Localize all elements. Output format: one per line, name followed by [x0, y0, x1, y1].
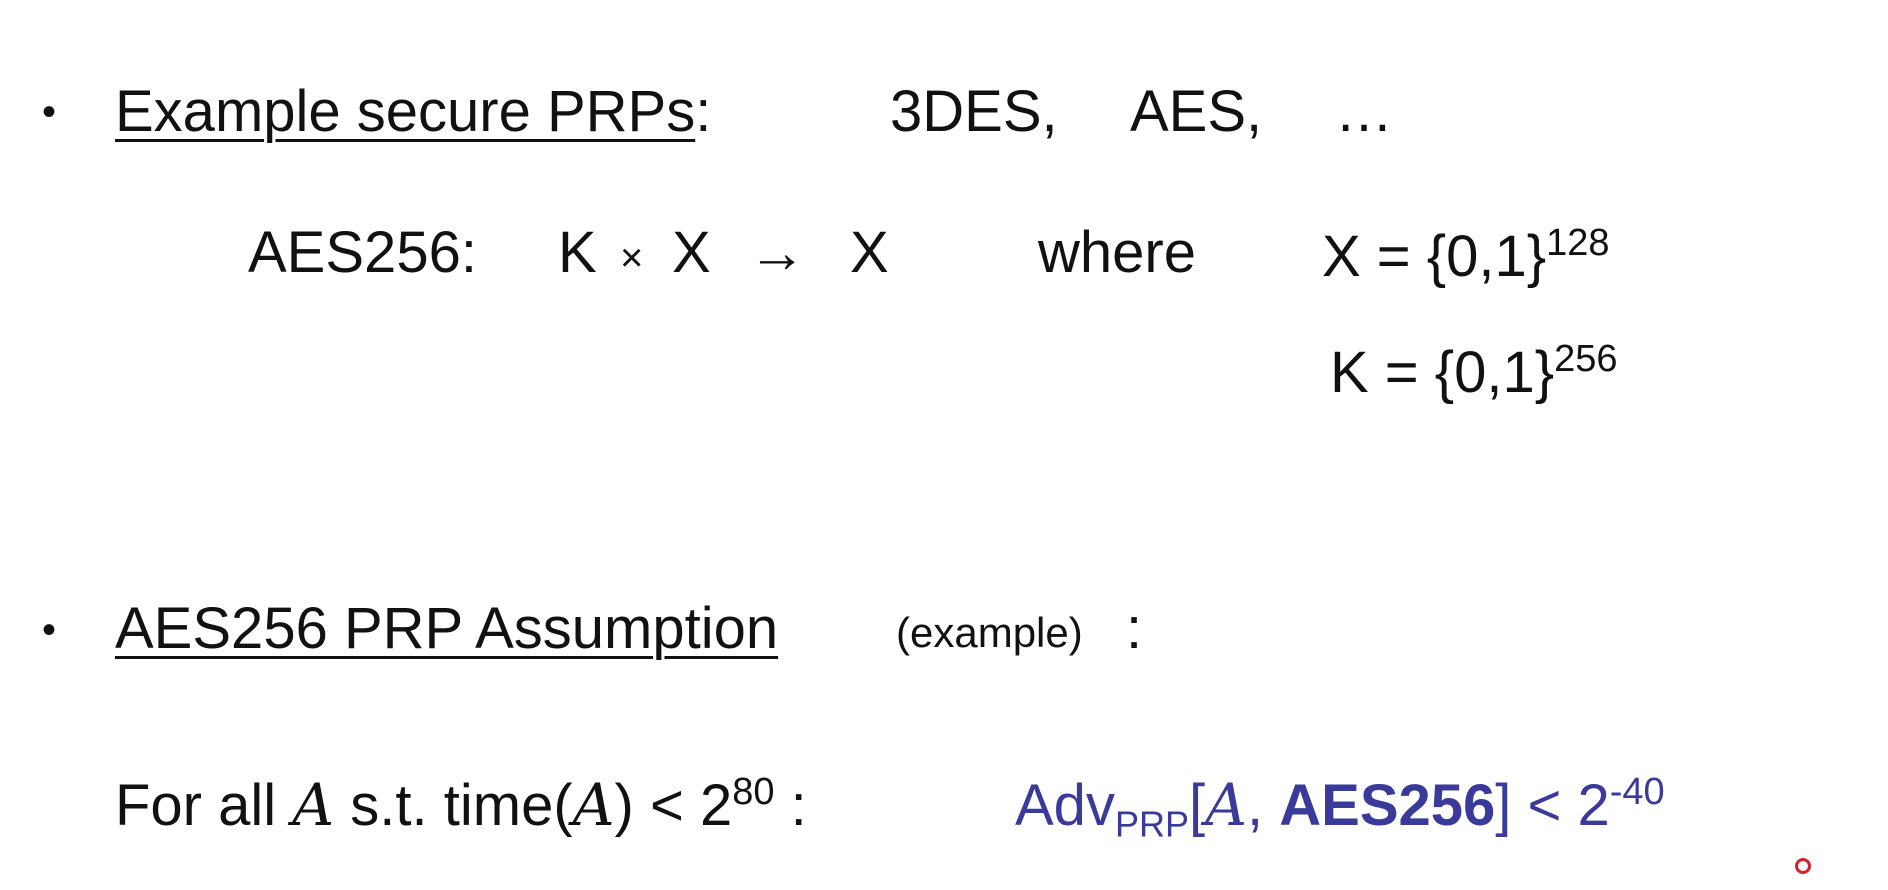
range-x: X: [850, 220, 889, 285]
time-bound-text: ) < 2: [614, 772, 733, 838]
statement-colon: :: [790, 772, 807, 838]
adv-text: Adv: [1015, 772, 1115, 838]
heading-colon: :: [695, 79, 712, 144]
example-aes: AES,: [1130, 79, 1263, 144]
time-text: s.t. time(: [350, 772, 573, 838]
adversary-symbol: A: [292, 770, 335, 839]
left-bracket: [: [1188, 772, 1206, 838]
domain-x: X: [672, 220, 711, 285]
adv-subscript: PRP: [1114, 803, 1189, 845]
slide: • Example secure PRPs: 3DES, AES, … AES2…: [0, 0, 1888, 890]
x-definition: X = {0,1}128: [1322, 224, 1610, 286]
time-exponent: 80: [732, 771, 775, 813]
advantage-bound: AdvPRP[A, AES256] < 2-40: [1015, 773, 1665, 842]
adv-exponent: -40: [1609, 771, 1665, 813]
adversary-symbol-2: A: [572, 770, 615, 839]
bullet-1: •: [42, 90, 57, 134]
example-ellipsis: …: [1335, 79, 1393, 144]
example-note: (example): [896, 609, 1083, 656]
assumption-colon: :: [1126, 596, 1143, 661]
pointer-dot-icon: [1795, 858, 1811, 874]
heading-aes-assumption: AES256 PRP Assumption: [115, 600, 778, 658]
k-definition-text: K = {0,1}: [1330, 339, 1555, 405]
key-space-k: K: [558, 220, 597, 285]
assumption-heading-text: AES256 PRP Assumption: [115, 596, 779, 661]
k-definition: K = {0,1}256: [1330, 340, 1618, 402]
aes256-bold: AES256: [1279, 772, 1496, 838]
adv-bound-text: < 2: [1511, 772, 1610, 838]
right-bracket: ]: [1495, 772, 1512, 838]
where-label: where: [1038, 220, 1196, 285]
x-exponent: 128: [1546, 222, 1610, 264]
aes256-label: AES256:: [248, 220, 477, 285]
bullet-2: •: [42, 608, 57, 652]
example-3des: 3DES,: [890, 79, 1058, 144]
heading-example-prps: Example secure PRPs:: [115, 83, 711, 141]
adversary-symbol-3: A: [1205, 770, 1247, 839]
times-symbol: ×: [620, 236, 644, 280]
arrow-symbol: →: [748, 220, 806, 285]
heading-text: Example secure PRPs: [115, 79, 696, 144]
x-definition-text: X = {0,1}: [1322, 223, 1547, 289]
k-exponent: 256: [1554, 338, 1618, 380]
comma: ,: [1247, 772, 1264, 838]
forall-statement: For all A s.t. time(A) < 280 :: [115, 773, 807, 835]
forall-text: For all: [115, 772, 277, 838]
